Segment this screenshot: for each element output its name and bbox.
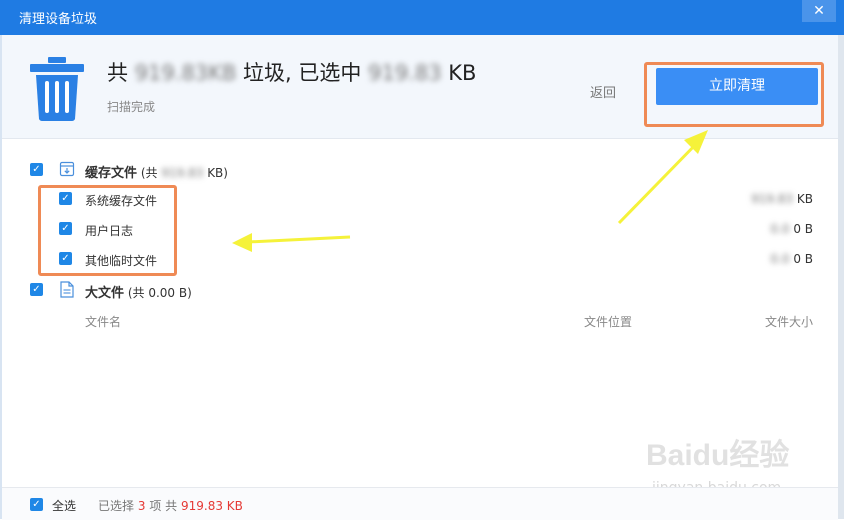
arrow-to-cache-items — [232, 233, 351, 252]
arrow-to-clean-button — [617, 130, 708, 225]
annotation-arrows — [232, 130, 708, 252]
